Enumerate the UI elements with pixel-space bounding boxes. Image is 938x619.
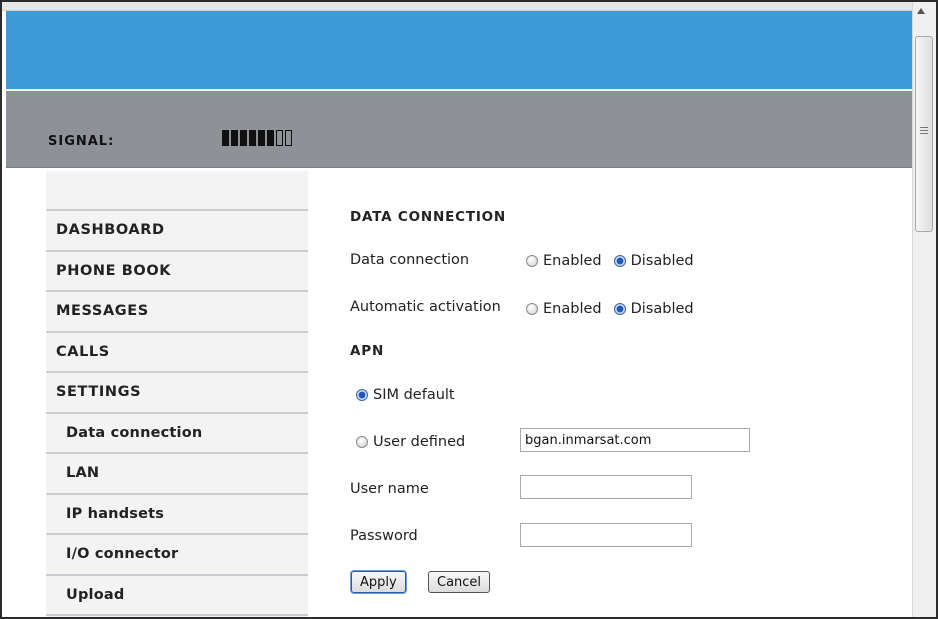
- nav-lan[interactable]: LAN: [46, 454, 308, 495]
- data-connection-disabled-radio[interactable]: [613, 255, 626, 267]
- nav-messages[interactable]: MESSAGES: [46, 292, 308, 333]
- user-name-label: User name: [350, 481, 429, 497]
- apn-user-defined-option[interactable]: User defined: [356, 434, 465, 450]
- nav-io-connector[interactable]: I/O connector: [46, 535, 308, 576]
- data-connection-title: DATA CONNECTION: [350, 209, 507, 225]
- app-window: SIGNAL: DASHBOARD PHONE BOOK MESSAGES CA…: [0, 0, 938, 619]
- top-strip: [2, 2, 912, 11]
- automatic-activation-enabled-radio[interactable]: [526, 303, 538, 315]
- scroll-up-icon[interactable]: [917, 8, 925, 14]
- nav-upload[interactable]: Upload: [46, 576, 308, 616]
- automatic-activation-disabled-label: Disabled: [630, 301, 694, 317]
- password-label: Password: [350, 528, 418, 544]
- apn-user-defined-radio[interactable]: [356, 436, 368, 448]
- nav-data-connection[interactable]: Data connection: [46, 414, 308, 454]
- signal-bar-segment: [240, 130, 247, 146]
- signal-bar-segment: [267, 130, 274, 146]
- apn-title: APN: [350, 343, 385, 359]
- automatic-activation-enabled-label: Enabled: [543, 301, 602, 317]
- grip-line-icon: [920, 127, 928, 128]
- main-content: DATA CONNECTION Data connection Enabled …: [348, 171, 908, 617]
- vertical-scrollbar[interactable]: [912, 2, 936, 617]
- grip-line-icon: [920, 130, 928, 131]
- nav-calls[interactable]: CALLS: [46, 333, 308, 373]
- nav-ip-handsets[interactable]: IP handsets: [46, 495, 308, 535]
- scroll-thumb[interactable]: [915, 36, 933, 232]
- signal-bar-segment: [285, 130, 292, 146]
- data-connection-disabled-option[interactable]: Disabled: [613, 253, 694, 269]
- apn-user-defined-label: User defined: [373, 434, 466, 450]
- header-banner: [6, 11, 912, 91]
- password-input[interactable]: [520, 523, 692, 547]
- data-connection-enabled-label: Enabled: [543, 253, 602, 269]
- automatic-activation-disabled-option[interactable]: Disabled: [613, 301, 694, 317]
- data-connection-enabled-radio[interactable]: [526, 255, 538, 267]
- user-name-input[interactable]: [520, 475, 692, 499]
- apn-sim-default-label: SIM default: [373, 387, 455, 403]
- signal-meter: [222, 130, 292, 146]
- apn-sim-default-radio[interactable]: [356, 389, 368, 401]
- apn-sim-default-option[interactable]: SIM default: [356, 387, 455, 403]
- signal-bar-segment: [231, 130, 238, 146]
- apn-input[interactable]: [520, 428, 750, 452]
- data-connection-label: Data connection: [350, 252, 470, 268]
- automatic-activation-radio-group: Enabled Disabled: [526, 301, 706, 317]
- data-connection-disabled-label: Disabled: [630, 253, 694, 269]
- data-connection-enabled-option[interactable]: Enabled: [526, 253, 602, 269]
- automatic-activation-enabled-option[interactable]: Enabled: [526, 301, 602, 317]
- nav-dashboard[interactable]: DASHBOARD: [46, 211, 308, 252]
- sidebar-header: [46, 171, 308, 211]
- signal-label: SIGNAL:: [48, 134, 115, 149]
- sidebar: DASHBOARD PHONE BOOK MESSAGES CALLS SETT…: [46, 171, 308, 617]
- signal-bar-segment: [276, 130, 283, 146]
- apply-button[interactable]: Apply: [351, 571, 406, 593]
- nav-settings[interactable]: SETTINGS: [46, 373, 308, 414]
- cancel-button[interactable]: Cancel: [428, 571, 491, 593]
- signal-bar-segment: [249, 130, 256, 146]
- automatic-activation-label: Automatic activation: [350, 299, 501, 315]
- automatic-activation-disabled-radio[interactable]: [613, 303, 626, 315]
- data-connection-radio-group: Enabled Disabled: [526, 253, 706, 269]
- signal-bar-segment: [222, 130, 229, 146]
- nav-phone-book[interactable]: PHONE BOOK: [46, 252, 308, 292]
- grip-line-icon: [920, 133, 928, 134]
- signal-bar-segment: [258, 130, 265, 146]
- signal-bar: SIGNAL:: [6, 91, 912, 168]
